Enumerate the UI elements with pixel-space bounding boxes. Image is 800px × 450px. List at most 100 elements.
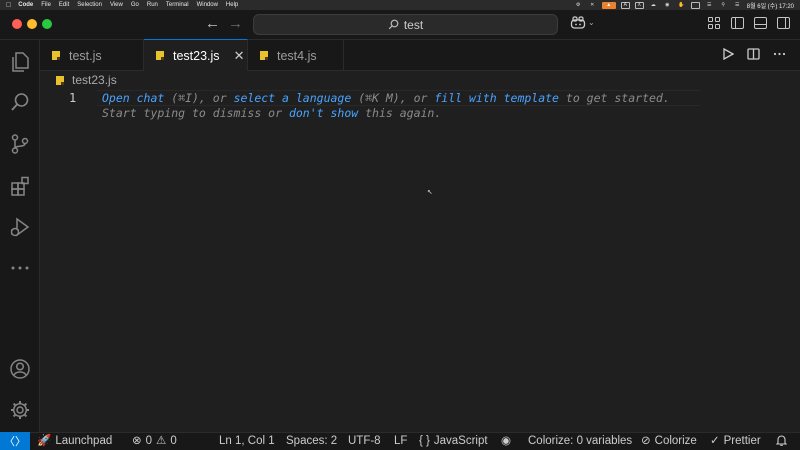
close-window-button[interactable] [12, 19, 22, 29]
zoom-window-button[interactable] [42, 19, 52, 29]
menu-window[interactable]: Window [197, 0, 218, 10]
prettier-status[interactable]: ✓ Prettier [710, 434, 761, 449]
javascript-file-icon [56, 75, 64, 85]
open-chat-link[interactable]: Open chat [102, 91, 164, 105]
tab-label: test4.js [277, 48, 317, 63]
cursor-position-status[interactable]: Ln 1, Col 1 [219, 434, 275, 449]
customize-layout-icon[interactable] [708, 17, 721, 29]
colorize-status[interactable]: ⊘ Colorize [641, 434, 697, 449]
activity-bar [0, 40, 40, 432]
chevron-down-icon: ⌄ [588, 18, 595, 27]
menu-help[interactable]: Help [226, 0, 238, 10]
select-language-link[interactable]: select a language [234, 91, 352, 105]
language-mode-status[interactable]: { } JavaScript [419, 434, 488, 449]
prettier-label: Prettier [723, 435, 761, 447]
error-count: 0 [145, 435, 153, 447]
source-control-icon[interactable] [8, 132, 32, 156]
explorer-icon[interactable] [8, 50, 32, 74]
dont-show-link[interactable]: don't show [289, 106, 358, 120]
gear-tray-icon[interactable]: ⚙ [574, 2, 583, 9]
remote-indicator-icon[interactable]: 〈〉 [0, 432, 30, 450]
wifi-tray-icon[interactable]: ☰ [705, 2, 714, 9]
editor-actions [722, 48, 786, 60]
select-language-shortcut: (⌘K M), or [351, 91, 435, 105]
copilot-menu[interactable]: ⌄ [570, 16, 595, 29]
more-views-icon[interactable] [8, 256, 32, 280]
toggle-primary-sidebar-icon[interactable] [731, 17, 744, 29]
braces-icon: { } [419, 435, 430, 447]
more-actions-icon[interactable] [773, 48, 786, 60]
split-editor-icon[interactable] [747, 48, 760, 60]
line-number: 1 [69, 91, 77, 105]
menu-edit[interactable]: Edit [59, 0, 69, 10]
tab-test23-js[interactable]: test23.js ✕ [144, 39, 248, 71]
menubar-clock[interactable]: 8월 6일 (수) 17:20 [747, 1, 794, 10]
flame-tray-icon[interactable]: ▲ [601, 1, 616, 9]
breadcrumb[interactable]: test23.js [56, 73, 117, 87]
tab-label: test.js [69, 48, 102, 63]
x-tray-icon[interactable]: X [634, 1, 644, 9]
copilot-icon [570, 16, 586, 29]
record-tray-icon[interactable]: ◉ [663, 2, 672, 9]
notifications-bell-icon[interactable] [776, 434, 787, 446]
code-editor[interactable]: 1 Open chat (⌘I), or select a language (… [40, 90, 800, 432]
javascript-file-icon [260, 51, 268, 60]
indentation-status[interactable]: Spaces: 2 [286, 434, 337, 449]
hand-tray-icon[interactable]: ✋ [677, 2, 686, 9]
menu-run[interactable]: Run [147, 0, 158, 10]
rocket-icon: 🚀 [37, 435, 52, 447]
title-bar: ← → test ⌄ [0, 10, 800, 40]
command-center-text: test [403, 17, 424, 32]
menu-go[interactable]: Go [131, 0, 139, 10]
error-icon: ⊗ [132, 435, 142, 447]
manage-gear-icon[interactable] [8, 398, 32, 422]
minimize-window-button[interactable] [27, 19, 37, 29]
search-tray-icon[interactable]: ⚲ [719, 2, 728, 9]
menu-file[interactable]: File [41, 0, 51, 10]
empty-editor-hint-line-2: Start typing to dismiss or don't show th… [102, 106, 441, 120]
macos-menubar:  Code File Edit Selection View Go Run T… [0, 0, 800, 10]
problems-status[interactable]: ⊗ 0 ⚠ 0 [132, 434, 177, 449]
search-sidebar-icon[interactable] [8, 90, 32, 114]
copilot-status-icon[interactable]: ◉ [501, 434, 511, 449]
control-center-icon[interactable]: ☰ [733, 2, 742, 9]
fill-template-link[interactable]: fill with template [434, 91, 559, 105]
apple-menu-icon[interactable]:  [6, 2, 11, 9]
tab-test4-js[interactable]: test4.js [248, 40, 344, 71]
colorize-label: Colorize [654, 435, 697, 447]
encoding-status[interactable]: UTF-8 [348, 434, 381, 449]
menu-view[interactable]: View [110, 0, 123, 10]
tab-label: test23.js [173, 48, 220, 63]
accounts-icon[interactable] [8, 357, 32, 381]
hint-suffix: this again. [358, 106, 442, 120]
extensions-icon[interactable] [8, 174, 32, 198]
menu-selection[interactable]: Selection [77, 0, 102, 10]
mute-tray-icon[interactable]: ✕ [588, 2, 597, 9]
run-and-debug-icon[interactable] [8, 215, 32, 239]
go-forward-icon[interactable]: → [228, 16, 243, 32]
javascript-file-icon [52, 51, 60, 60]
breadcrumb-file[interactable]: test23.js [72, 73, 117, 87]
check-icon: ✓ [710, 435, 720, 447]
cloud-tray-icon[interactable]: ☁ [649, 2, 658, 9]
colorize-variables-status[interactable]: Colorize: 0 variables [528, 434, 632, 449]
eol-status[interactable]: LF [394, 434, 407, 449]
a-tray-icon[interactable]: A [620, 1, 630, 9]
menu-terminal[interactable]: Terminal [166, 0, 189, 10]
colorize-icon: ⊘ [641, 435, 651, 447]
javascript-file-icon [156, 51, 164, 60]
toggle-secondary-sidebar-icon[interactable] [777, 17, 790, 29]
run-file-icon[interactable] [722, 48, 734, 60]
menu-app-name[interactable]: Code [18, 0, 33, 10]
command-center-search[interactable]: test [253, 14, 558, 35]
toggle-panel-icon[interactable] [754, 17, 767, 29]
close-tab-icon[interactable]: ✕ [234, 48, 245, 64]
warning-icon: ⚠ [156, 435, 167, 447]
battery-tray-icon[interactable] [690, 1, 700, 9]
status-bar: 〈〉 🚀 Launchpad ⊗ 0 ⚠ 0 Ln 1, Col 1 Space… [0, 432, 800, 450]
launchpad-label: Launchpad [55, 435, 113, 447]
launchpad-status[interactable]: 🚀 Launchpad [37, 434, 112, 449]
tab-test-js[interactable]: test.js [40, 40, 144, 71]
open-chat-shortcut: (⌘I), or [164, 91, 234, 105]
go-back-icon[interactable]: ← [205, 16, 220, 32]
